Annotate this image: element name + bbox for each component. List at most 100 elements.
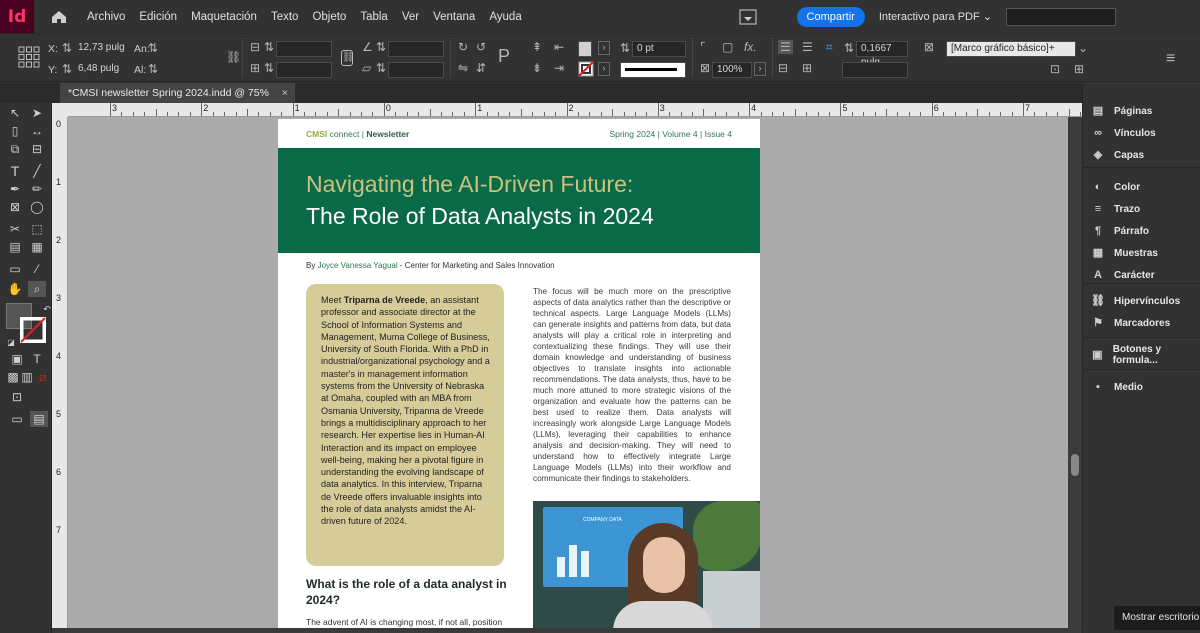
gap-field[interactable]: 0,1667 pulg bbox=[856, 41, 908, 68]
content-collector-icon[interactable]: ⧉ bbox=[6, 141, 24, 157]
select-container-icon[interactable]: ⇞ bbox=[532, 40, 542, 54]
menu-texto[interactable]: Texto bbox=[264, 11, 306, 23]
apply-style-icon[interactable]: ⊞ bbox=[1074, 62, 1084, 76]
menu-archivo[interactable]: Archivo bbox=[80, 11, 132, 23]
note-tool-icon[interactable]: ▭ bbox=[6, 261, 24, 277]
gradient-swatch-tool-icon[interactable]: ▤ bbox=[6, 239, 24, 255]
close-icon[interactable]: × bbox=[282, 83, 288, 103]
flip-vertical-icon[interactable]: ⇵ bbox=[476, 61, 486, 75]
opacity-field[interactable]: 100% bbox=[712, 62, 752, 78]
rotate-cw-icon[interactable]: ↻ bbox=[458, 40, 468, 54]
object-style-dropdown-icon[interactable]: ⌄ bbox=[1078, 41, 1088, 55]
scale-y-field[interactable] bbox=[276, 62, 332, 78]
height-stepper-icon[interactable]: ⇅ bbox=[148, 62, 158, 76]
rectangle-frame-tool-icon[interactable]: ⊠ bbox=[6, 199, 24, 215]
default-colors-icon[interactable]: ◪ bbox=[2, 335, 20, 351]
clear-overrides-icon[interactable]: ⊡ bbox=[1050, 62, 1060, 76]
screen-mode-icon[interactable]: ▭ bbox=[8, 411, 26, 427]
scrollbar-thumb[interactable] bbox=[1071, 454, 1079, 476]
title-banner[interactable]: Navigating the AI-Driven Future: The Rol… bbox=[278, 148, 760, 253]
shear-stepper-icon[interactable]: ⇅ bbox=[376, 61, 386, 75]
hand-tool-icon[interactable]: ✋ bbox=[6, 281, 24, 297]
gpu-preview-icon[interactable] bbox=[739, 9, 757, 25]
shear-field[interactable] bbox=[388, 62, 444, 78]
direct-selection-tool-icon[interactable]: ➤ bbox=[28, 105, 46, 121]
y-stepper-icon[interactable]: ⇅ bbox=[62, 62, 72, 76]
preview-mode-icon[interactable]: ▤ bbox=[30, 411, 48, 427]
select-previous-icon[interactable]: ⇤ bbox=[554, 40, 564, 54]
constrain-proportions-icon[interactable]: ⛓ bbox=[226, 50, 241, 64]
scissors-tool-icon[interactable]: ✂ bbox=[6, 221, 24, 237]
scale-y-stepper-icon[interactable]: ⇅ bbox=[264, 61, 274, 75]
gap-tool-icon[interactable]: ⌗ bbox=[826, 40, 833, 55]
align-center-icon[interactable]: ☰ bbox=[802, 40, 813, 54]
ruler-origin[interactable] bbox=[52, 103, 68, 117]
formatting-text-icon[interactable]: T bbox=[28, 351, 46, 367]
gap-tool-icon[interactable]: ↔ bbox=[28, 123, 46, 139]
menu-objeto[interactable]: Objeto bbox=[305, 11, 353, 23]
share-button[interactable]: Compartir bbox=[796, 6, 865, 27]
question-heading[interactable]: What is the role of a data analyst in 20… bbox=[306, 576, 516, 608]
panel-buttons-forms[interactable]: ▣ Botones y formula... bbox=[1091, 344, 1200, 366]
x-stepper-icon[interactable]: ⇅ bbox=[62, 41, 72, 55]
selection-tool-icon[interactable]: ↖ bbox=[6, 105, 24, 121]
page-tool-icon[interactable]: ▯ bbox=[6, 123, 24, 139]
menu-edicion[interactable]: Edición bbox=[132, 11, 184, 23]
normal-view-icon[interactable]: ⊡ bbox=[8, 389, 26, 405]
rotate-ccw-icon[interactable]: ↺ bbox=[476, 40, 486, 54]
fill-swatch[interactable] bbox=[578, 41, 592, 57]
formatting-container-icon[interactable]: ▣ bbox=[8, 351, 26, 367]
stroke-weight-stepper-icon[interactable]: ⇅ bbox=[620, 41, 630, 55]
flip-horizontal-icon[interactable]: ⇋ bbox=[458, 61, 468, 75]
justify-vertical-icon[interactable]: ⊞ bbox=[802, 61, 812, 75]
panel-stroke[interactable]: ≡ Trazo bbox=[1091, 201, 1140, 217]
stroke-weight-field[interactable]: 0 pt bbox=[632, 41, 686, 57]
rotation-field[interactable] bbox=[388, 41, 444, 57]
panel-pages[interactable]: ▤ Páginas bbox=[1091, 103, 1153, 119]
secondary-field[interactable] bbox=[842, 62, 908, 78]
zoom-tool-icon[interactable]: ⌕ bbox=[28, 281, 46, 297]
object-style-selector[interactable]: [Marco gráfico básico]+ bbox=[946, 41, 1076, 57]
content-placer-icon[interactable]: ⊟ bbox=[28, 141, 46, 157]
menu-ventana[interactable]: Ventana bbox=[426, 11, 482, 23]
panel-character[interactable]: A Carácter bbox=[1091, 267, 1155, 283]
select-content-icon[interactable]: ⇟ bbox=[532, 61, 542, 75]
article-photo[interactable]: COMPANY DATA bbox=[533, 501, 760, 628]
gradient-feather-tool-icon[interactable]: ▦ bbox=[28, 239, 46, 255]
x-position-field[interactable]: 12,73 pulg bbox=[74, 41, 126, 57]
fill-dropdown-arrow[interactable]: › bbox=[598, 41, 610, 55]
constrain-scale-icon[interactable]: ⛓ bbox=[341, 50, 355, 66]
frame-icon[interactable]: ▢ bbox=[722, 40, 733, 54]
panel-layers[interactable]: ◈ Capas bbox=[1091, 147, 1144, 163]
body-text-left[interactable]: The advent of AI is changing most, if no… bbox=[306, 617, 516, 627]
y-position-field[interactable]: 6,48 pulg bbox=[74, 62, 126, 78]
panel-hyperlinks[interactable]: ⛓ Hipervínculos bbox=[1091, 293, 1180, 309]
pen-tool-icon[interactable]: ✒ bbox=[6, 181, 24, 197]
select-next-icon[interactable]: ⇥ bbox=[554, 61, 564, 75]
panel-menu-icon[interactable]: ≡ bbox=[1166, 50, 1175, 68]
workspace-selector[interactable]: Interactivo para PDF ⌄ bbox=[879, 10, 992, 23]
fx-icon[interactable]: fx. bbox=[744, 40, 757, 54]
rotate-stepper-icon[interactable]: ⇅ bbox=[376, 40, 386, 54]
panel-links[interactable]: ∞ Vínculos bbox=[1091, 125, 1156, 141]
corner-options-icon[interactable]: ⌜ bbox=[700, 40, 706, 54]
align-bottom-icon[interactable]: ⊟ bbox=[778, 61, 788, 75]
scale-x-stepper-icon[interactable]: ⇅ bbox=[264, 40, 274, 54]
vertical-scrollbar[interactable] bbox=[1068, 117, 1082, 628]
reference-point-icon[interactable] bbox=[18, 46, 40, 68]
menu-tabla[interactable]: Tabla bbox=[353, 11, 395, 23]
home-icon[interactable] bbox=[50, 8, 68, 26]
horizontal-ruler[interactable]: 321012345678910111213 bbox=[68, 103, 1082, 117]
opacity-dropdown-arrow[interactable]: › bbox=[754, 62, 766, 76]
body-text-right[interactable]: The focus will be much more on the presc… bbox=[533, 286, 731, 484]
width-stepper-icon[interactable]: ⇅ bbox=[148, 41, 158, 55]
ellipse-tool-icon[interactable]: ◯ bbox=[28, 199, 46, 215]
vertical-ruler[interactable]: 0 1 2 3 4 5 6 7 bbox=[52, 117, 68, 633]
pasteboard[interactable]: CMSI connect | Newsletter Spring 2024 | … bbox=[68, 117, 1068, 628]
panel-swatches[interactable]: ▦ Muestras bbox=[1091, 245, 1158, 261]
document-tab[interactable]: *CMSI newsletter Spring 2024.indd @ 75% … bbox=[60, 83, 295, 103]
eyedropper-tool-icon[interactable]: ⁄ bbox=[28, 261, 46, 277]
align-top-icon[interactable]: ☰ bbox=[778, 40, 793, 54]
scale-x-field[interactable] bbox=[276, 41, 332, 57]
line-tool-icon[interactable]: ╱ bbox=[28, 163, 46, 179]
